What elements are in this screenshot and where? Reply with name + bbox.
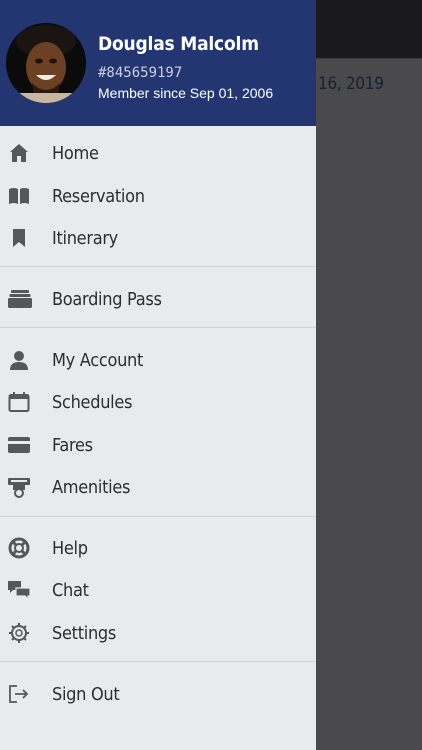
- amenities-icon: [8, 476, 30, 498]
- divider: [0, 661, 316, 662]
- menu-label: Itinerary: [52, 227, 118, 249]
- menu-item-amenities[interactable]: Amenities: [0, 466, 316, 508]
- menu-item-settings[interactable]: Settings: [0, 612, 316, 654]
- menu-item-reservation[interactable]: Reservation: [0, 175, 316, 217]
- menu-label: Schedules: [52, 391, 133, 413]
- divider: [0, 266, 316, 267]
- menu-label: Amenities: [52, 476, 131, 498]
- menu-item-help[interactable]: Help: [0, 527, 316, 569]
- menu-label: Boarding Pass: [52, 288, 162, 310]
- menu-label: Home: [52, 142, 99, 164]
- member-since: Member since Sep 01, 2006: [98, 85, 274, 101]
- sign-out-icon: [8, 683, 30, 705]
- member-id: #845659197: [98, 65, 183, 81]
- menu-item-chat[interactable]: Chat: [0, 569, 316, 611]
- bookmark-icon: [8, 227, 30, 249]
- menu-item-home[interactable]: Home: [0, 132, 316, 174]
- credit-card-icon: [8, 434, 30, 456]
- book-icon: [8, 185, 30, 207]
- menu-label: Fares: [52, 434, 93, 456]
- background-date-text: 16, 2019: [318, 74, 384, 94]
- avatar[interactable]: [6, 23, 86, 103]
- user-icon: [8, 349, 30, 371]
- menu-item-fares[interactable]: Fares: [0, 424, 316, 466]
- menu-item-itinerary[interactable]: Itinerary: [0, 217, 316, 259]
- menu-item-my-account[interactable]: My Account: [0, 339, 316, 381]
- lifebuoy-icon: [8, 537, 30, 559]
- profile-name: Douglas Malcolm: [98, 33, 259, 55]
- menu-item-sign-out[interactable]: Sign Out: [0, 673, 316, 715]
- menu-label: Chat: [52, 579, 89, 601]
- navigation-drawer: Douglas Malcolm #845659197 Member since …: [0, 0, 316, 750]
- menu-label: Sign Out: [52, 683, 120, 705]
- ticket-stack-icon: [7, 288, 33, 310]
- menu-label: Help: [52, 537, 88, 559]
- profile-header[interactable]: Douglas Malcolm #845659197 Member since …: [0, 0, 316, 126]
- menu-item-schedules[interactable]: Schedules: [0, 381, 316, 423]
- chat-bubbles-icon: [8, 579, 30, 601]
- menu-label: Settings: [52, 622, 117, 644]
- divider: [0, 327, 316, 328]
- menu-label: Reservation: [52, 185, 145, 207]
- home-icon: [8, 142, 30, 164]
- calendar-icon: [8, 391, 30, 413]
- menu-item-boarding-pass[interactable]: Boarding Pass: [0, 278, 316, 320]
- gear-icon: [8, 622, 30, 644]
- background-header: [316, 0, 422, 59]
- menu-label: My Account: [52, 349, 144, 371]
- divider: [0, 516, 316, 517]
